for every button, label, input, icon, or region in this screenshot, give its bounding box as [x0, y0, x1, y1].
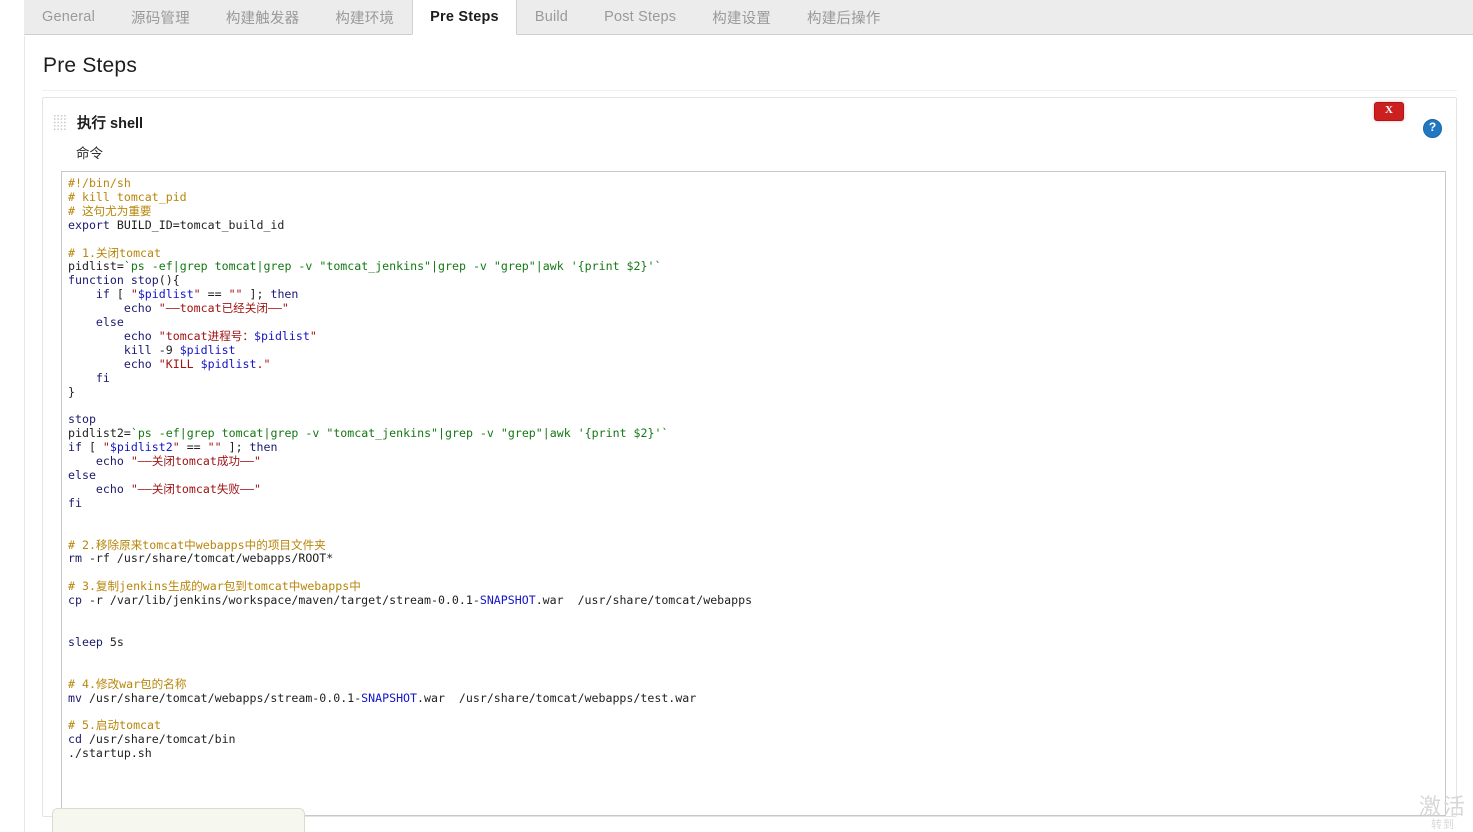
tab-post-build-actions[interactable]: 构建后操作 — [789, 0, 899, 34]
tab-pre-steps[interactable]: Pre Steps — [412, 0, 517, 35]
build-step-header: 执行 shell — [43, 98, 1456, 133]
tab-bar: General 源码管理 构建触发器 构建环境 Pre Steps Build … — [24, 0, 1473, 35]
tab-label: Pre Steps — [430, 9, 499, 25]
tab-build-settings[interactable]: 构建设置 — [694, 0, 789, 34]
drag-handle-icon[interactable] — [53, 113, 66, 132]
build-step-panel: X ? 执行 shell 命令 #!/bin/sh # kill tomcat_… — [42, 97, 1457, 817]
tab-build-env[interactable]: 构建环境 — [317, 0, 412, 34]
tab-label: 构建设置 — [712, 10, 772, 27]
delete-step-button[interactable]: X — [1374, 102, 1404, 121]
command-field-label: 命令 — [76, 146, 103, 161]
build-step-title: 执行 shell — [77, 116, 144, 132]
tab-label: General — [42, 9, 95, 25]
tab-label: 构建后操作 — [807, 10, 881, 27]
help-icon[interactable]: ? — [1423, 119, 1442, 138]
tab-label: 构建环境 — [335, 10, 395, 27]
tab-label: Post Steps — [604, 9, 677, 25]
tab-label: 构建触发器 — [225, 10, 300, 27]
tab-post-steps[interactable]: Post Steps — [586, 0, 694, 34]
page-content: Pre Steps X ? 执行 shell 命令 #!/bin/sh # ki… — [24, 36, 1473, 832]
title-divider — [42, 90, 1457, 91]
tab-build[interactable]: Build — [517, 0, 586, 34]
page-title: Pre Steps — [43, 54, 138, 77]
tab-build-trigger[interactable]: 构建触发器 — [208, 0, 318, 34]
tab-source-mgmt[interactable]: 源码管理 — [113, 0, 208, 34]
tab-label: Build — [534, 9, 569, 25]
command-textarea[interactable]: #!/bin/sh # kill tomcat_pid # 这句尤为重要 exp… — [61, 171, 1446, 816]
command-code[interactable]: #!/bin/sh # kill tomcat_pid # 这句尤为重要 exp… — [62, 172, 1445, 767]
add-build-step-button[interactable] — [52, 808, 305, 832]
tab-label: 源码管理 — [131, 10, 190, 27]
tab-general[interactable]: General — [24, 0, 113, 34]
